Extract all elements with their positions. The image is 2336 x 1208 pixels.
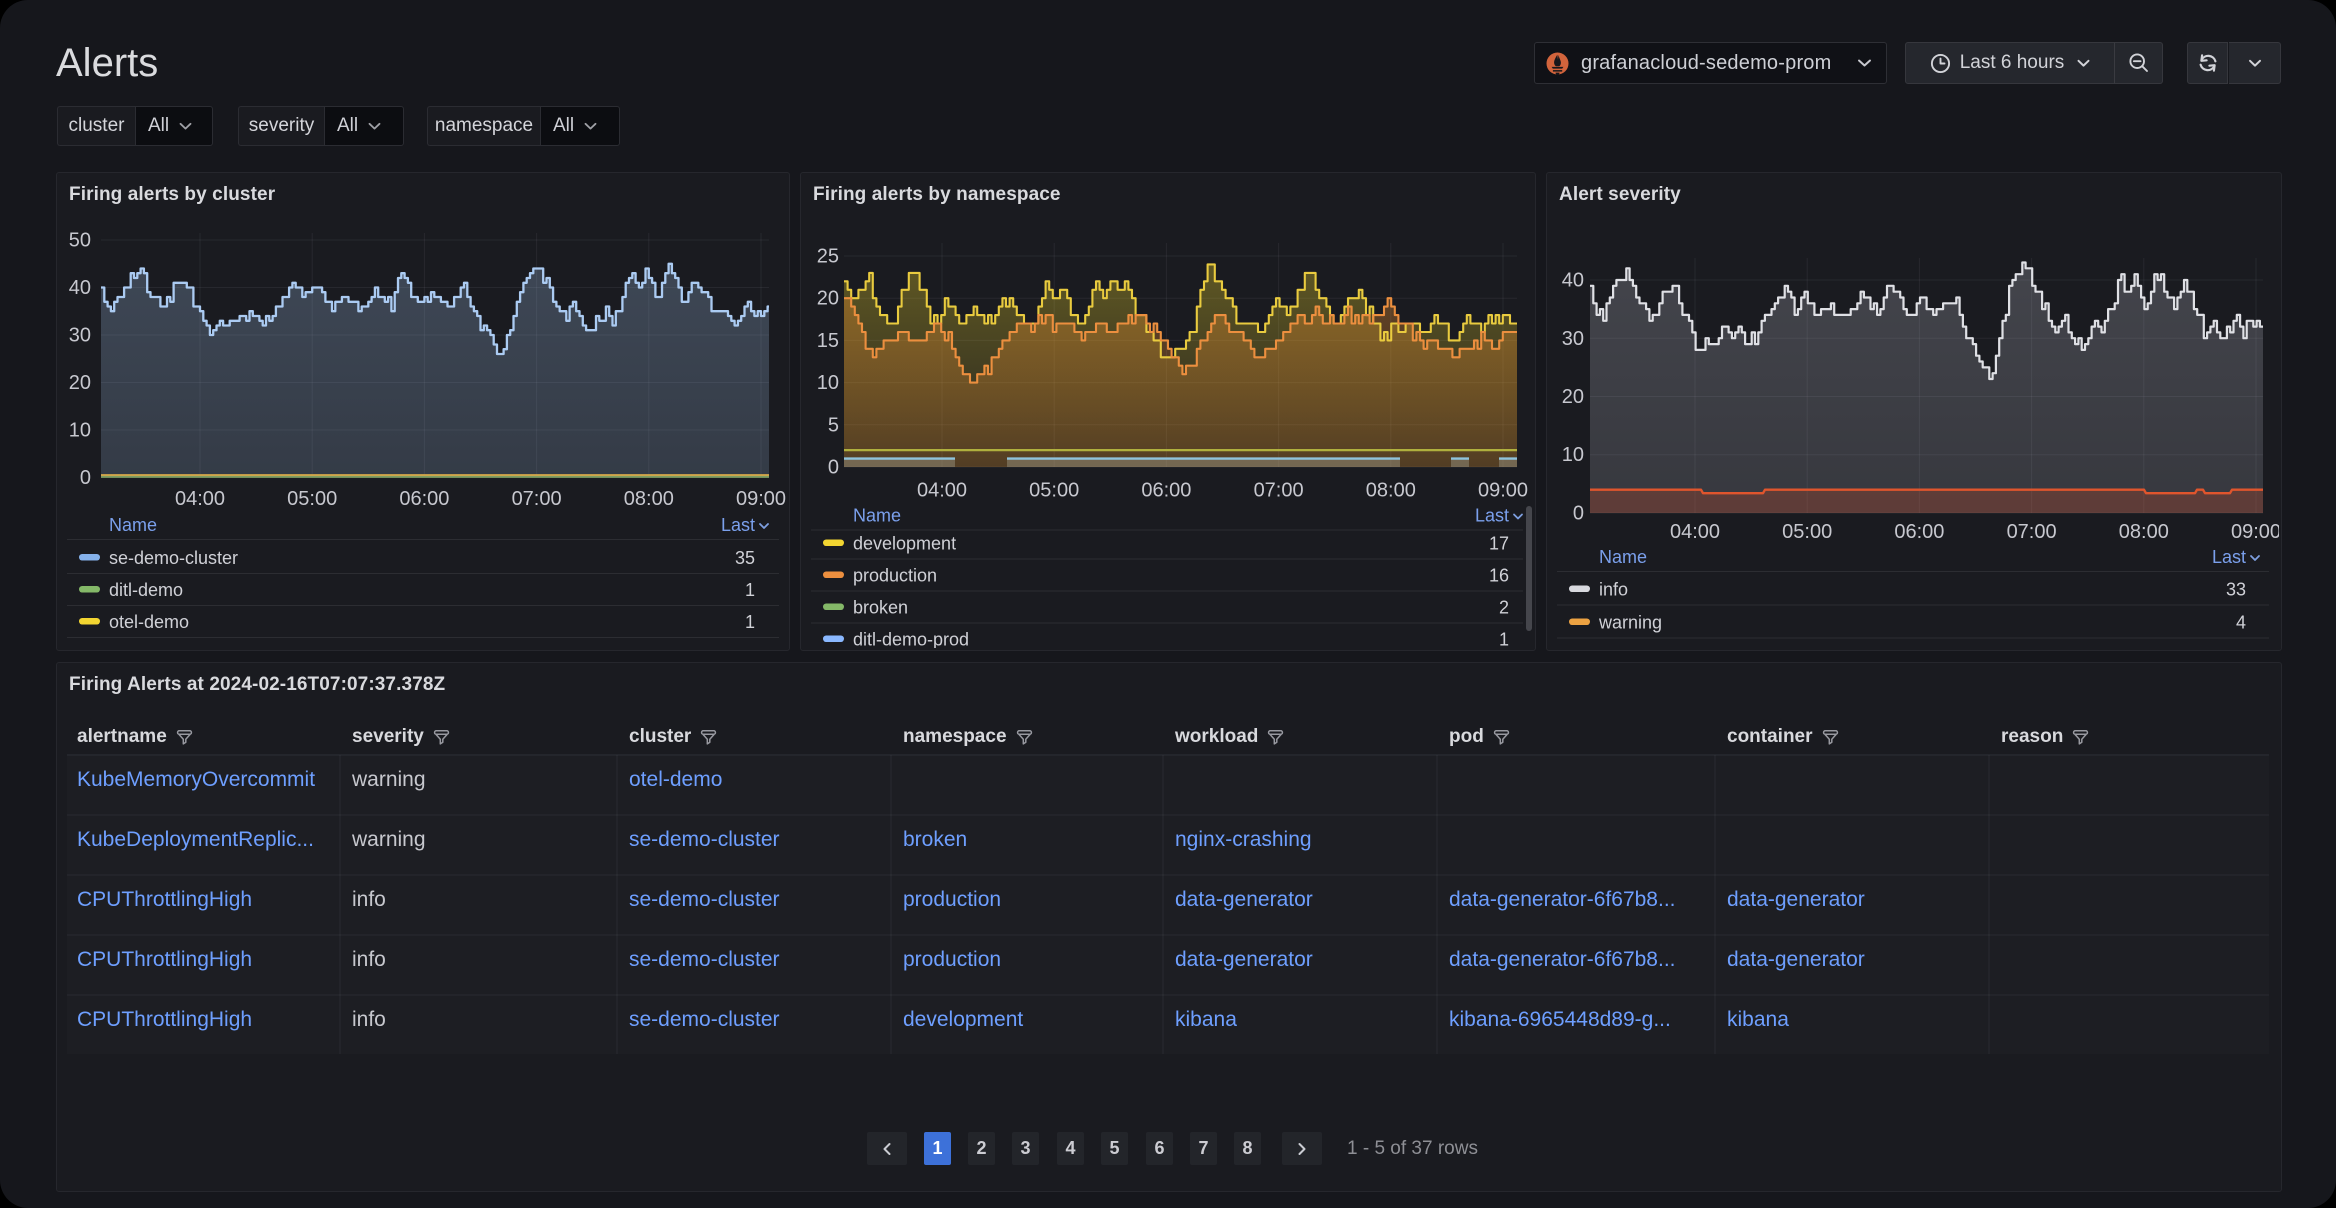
svg-text:info: info — [1599, 580, 1628, 600]
svg-text:33: 33 — [2226, 580, 2246, 600]
svg-text:ditl-demo-prod: ditl-demo-prod — [853, 630, 969, 649]
svg-text:1: 1 — [1499, 630, 1509, 649]
svg-text:08:00: 08:00 — [1366, 480, 1416, 502]
svg-text:Name: Name — [853, 506, 901, 526]
svg-text:06:00: 06:00 — [1894, 521, 1944, 543]
svg-text:10: 10 — [69, 420, 91, 442]
svg-text:1: 1 — [745, 580, 755, 600]
svg-text:0: 0 — [1573, 503, 1584, 525]
svg-text:5: 5 — [828, 414, 839, 436]
svg-text:40: 40 — [69, 277, 91, 299]
svg-text:10: 10 — [1562, 444, 1584, 466]
svg-text:otel-demo: otel-demo — [109, 612, 189, 632]
svg-text:se-demo-cluster: se-demo-cluster — [109, 548, 238, 568]
svg-text:0: 0 — [828, 457, 839, 479]
svg-text:Last: Last — [721, 515, 755, 535]
svg-text:30: 30 — [69, 325, 91, 347]
svg-text:ditl-demo: ditl-demo — [109, 580, 183, 600]
svg-text:broken: broken — [853, 598, 908, 618]
svg-text:04:00: 04:00 — [175, 488, 225, 510]
svg-text:04:00: 04:00 — [1670, 521, 1720, 543]
svg-text:07:00: 07:00 — [512, 488, 562, 510]
svg-text:09:00: 09:00 — [736, 488, 786, 510]
svg-text:09:00: 09:00 — [2231, 521, 2279, 543]
svg-text:Last: Last — [2212, 547, 2246, 567]
svg-text:08:00: 08:00 — [624, 488, 674, 510]
svg-text:warning: warning — [1598, 613, 1662, 633]
svg-text:Last: Last — [1475, 506, 1509, 526]
svg-text:20: 20 — [69, 372, 91, 394]
svg-text:20: 20 — [1562, 386, 1584, 408]
svg-text:16: 16 — [1489, 566, 1509, 586]
svg-text:08:00: 08:00 — [2119, 521, 2169, 543]
svg-text:4: 4 — [2236, 613, 2246, 633]
svg-text:Name: Name — [1599, 547, 1647, 567]
svg-text:07:00: 07:00 — [2007, 521, 2057, 543]
svg-text:05:00: 05:00 — [287, 488, 337, 510]
svg-text:04:00: 04:00 — [917, 480, 967, 502]
svg-text:20: 20 — [817, 288, 839, 310]
svg-text:50: 50 — [69, 230, 91, 252]
svg-text:10: 10 — [817, 372, 839, 394]
svg-text:production: production — [853, 566, 937, 586]
svg-text:15: 15 — [817, 330, 839, 352]
svg-text:05:00: 05:00 — [1029, 480, 1079, 502]
svg-text:35: 35 — [735, 548, 755, 568]
svg-text:development: development — [853, 534, 956, 554]
svg-text:07:00: 07:00 — [1254, 480, 1304, 502]
svg-text:0: 0 — [80, 467, 91, 489]
svg-text:30: 30 — [1562, 328, 1584, 350]
svg-text:25: 25 — [817, 246, 839, 268]
svg-text:09:00: 09:00 — [1478, 480, 1528, 502]
svg-text:40: 40 — [1562, 270, 1584, 292]
svg-text:1: 1 — [745, 612, 755, 632]
svg-text:Name: Name — [109, 515, 157, 535]
svg-text:2: 2 — [1499, 598, 1509, 618]
svg-text:05:00: 05:00 — [1782, 521, 1832, 543]
svg-text:06:00: 06:00 — [1141, 480, 1191, 502]
svg-text:17: 17 — [1489, 534, 1509, 554]
svg-text:06:00: 06:00 — [399, 488, 449, 510]
